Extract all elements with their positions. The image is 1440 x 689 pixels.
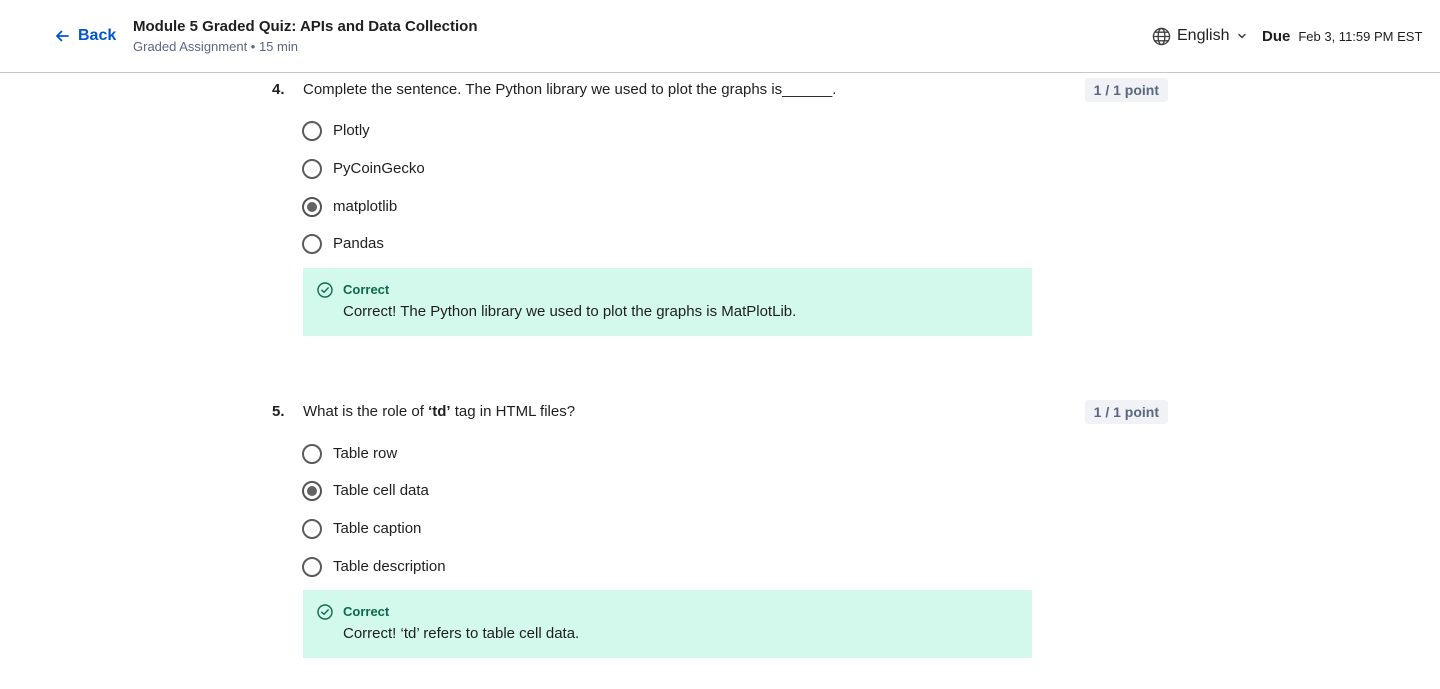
question-number: 4. <box>272 81 285 98</box>
radio-button[interactable] <box>302 121 322 141</box>
check-circle-icon <box>317 604 333 620</box>
question-text: What is the role of ‘td’ tag in HTML fil… <box>303 402 575 422</box>
title-block: Module 5 Graded Quiz: APIs and Data Coll… <box>133 17 478 56</box>
points-badge: 1 / 1 point <box>1084 400 1168 424</box>
arrow-left-icon <box>56 30 69 42</box>
option-label: Plotly <box>333 122 370 139</box>
chevron-down-icon <box>1238 33 1247 39</box>
due-value: Feb 3, 11:59 PM EST <box>1298 29 1423 44</box>
question-number: 5. <box>272 403 285 420</box>
feedback-text: Correct! The Python library we used to p… <box>343 303 797 320</box>
feedback-title: Correct <box>343 604 390 619</box>
due-label: Due <box>1262 28 1291 45</box>
page-header: Back Module 5 Graded Quiz: APIs and Data… <box>0 0 1440 73</box>
option-label: Pandas <box>333 235 384 252</box>
language-selector[interactable]: English <box>1152 26 1247 46</box>
answer-option[interactable]: Table row <box>302 443 397 465</box>
points-badge: 1 / 1 point <box>1084 78 1168 102</box>
page-subtitle: Graded Assignment • 15 min <box>133 39 298 54</box>
feedback-title: Correct <box>343 282 390 297</box>
back-button[interactable]: Back <box>54 26 116 46</box>
radio-button[interactable] <box>302 519 322 539</box>
answer-option[interactable]: Plotly <box>302 120 370 142</box>
answer-option[interactable]: Table cell data <box>302 480 429 502</box>
check-circle-icon <box>317 282 333 298</box>
radio-button[interactable] <box>302 234 322 254</box>
question-text-part: What is the role of <box>303 403 429 420</box>
question-text-bold: ‘td’ <box>428 403 451 420</box>
option-label: Table row <box>333 445 398 462</box>
option-label: Table caption <box>333 520 422 537</box>
feedback-correct: Correct Correct! The Python library we u… <box>303 268 1032 336</box>
feedback-correct: Correct Correct! ‘td’ refers to table ce… <box>303 590 1032 658</box>
answer-option[interactable]: Pandas <box>302 233 384 255</box>
radio-button-selected[interactable] <box>302 481 322 501</box>
due-date: Due Feb 3, 11:59 PM EST <box>1262 28 1422 48</box>
feedback-text: Correct! ‘td’ refers to table cell data. <box>343 625 580 642</box>
option-label: matplotlib <box>333 198 398 215</box>
language-label: English <box>1177 27 1230 44</box>
answer-option[interactable]: matplotlib <box>302 196 397 218</box>
option-label: PyCoinGecko <box>333 160 425 177</box>
page-title: Module 5 Graded Quiz: APIs and Data Coll… <box>133 18 478 35</box>
answer-option[interactable]: PyCoinGecko <box>302 158 425 180</box>
question-text: Complete the sentence. The Python librar… <box>303 81 837 98</box>
radio-button[interactable] <box>302 444 322 464</box>
answer-option[interactable]: Table caption <box>302 518 421 540</box>
globe-icon <box>1152 27 1171 45</box>
option-label: Table cell data <box>333 482 429 499</box>
radio-button[interactable] <box>302 557 322 577</box>
option-label: Table description <box>333 558 446 575</box>
question-text-part: tag in HTML files? <box>450 403 576 420</box>
back-button-label: Back <box>78 27 117 44</box>
radio-button-selected[interactable] <box>302 197 322 217</box>
answer-option[interactable]: Table description <box>302 556 446 578</box>
radio-button[interactable] <box>302 159 322 179</box>
